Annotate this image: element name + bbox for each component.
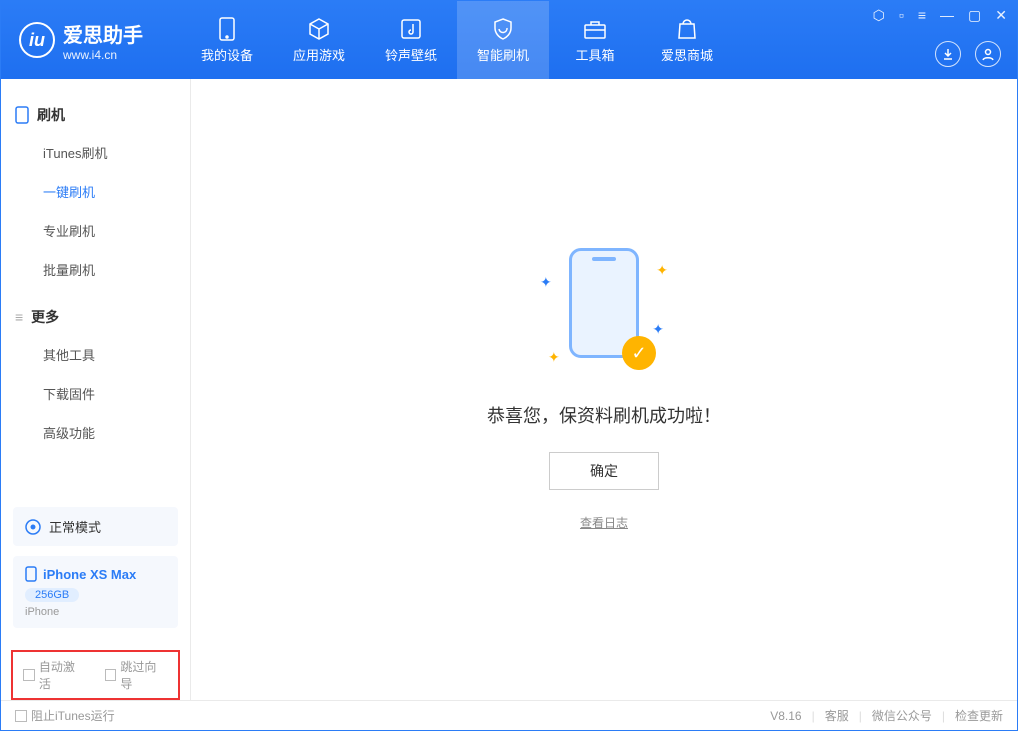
close-icon[interactable]: ✕	[995, 7, 1007, 24]
wechat-link[interactable]: 微信公众号	[872, 707, 932, 724]
list-icon: ≡	[15, 309, 23, 325]
footer: 阻止iTunes运行 V8.16 | 客服 | 微信公众号 | 检查更新	[1, 700, 1017, 730]
nav-apps-games[interactable]: 应用游戏	[273, 1, 365, 79]
check-update-link[interactable]: 检查更新	[955, 707, 1003, 724]
app-logo: iu 爱思助手 www.i4.cn	[1, 19, 161, 62]
app-title: 爱思助手	[63, 19, 143, 48]
music-icon	[399, 17, 423, 41]
device-box[interactable]: iPhone XS Max 256GB iPhone	[13, 556, 178, 628]
checkbox-auto-activate[interactable]: 自动激活	[23, 658, 87, 692]
user-button[interactable]	[975, 41, 1001, 67]
check-icon: ✓	[622, 336, 656, 370]
menu-icon[interactable]: ≡	[918, 7, 926, 24]
sidebar-item-itunes-flash[interactable]: iTunes刷机	[15, 133, 176, 172]
device-capacity: 256GB	[25, 588, 79, 602]
options-highlight: 自动激活 跳过向导	[11, 650, 180, 700]
sidebar-item-other-tools[interactable]: 其他工具	[15, 335, 176, 374]
nav-ringtone-wallpaper[interactable]: 铃声壁纸	[365, 1, 457, 79]
app-subtitle: www.i4.cn	[63, 48, 143, 62]
checkbox-block-itunes[interactable]: 阻止iTunes运行	[15, 707, 115, 724]
success-message: 恭喜您，保资料刷机成功啦！	[487, 402, 721, 428]
mode-icon	[25, 519, 41, 535]
nav-my-device[interactable]: 我的设备	[181, 1, 273, 79]
success-illustration: ✦✦✦✦ ✓	[544, 248, 664, 378]
tshirt-icon[interactable]: ⬡	[873, 7, 885, 24]
sidebar: 刷机 iTunes刷机 一键刷机 专业刷机 批量刷机 ≡ 更多 其他工具 下载固…	[1, 79, 191, 700]
sidebar-group-more: ≡ 更多	[15, 299, 176, 335]
nav-store[interactable]: 爱思商城	[641, 1, 733, 79]
grid-icon[interactable]: ▫	[899, 7, 904, 24]
checkbox-skip-guide[interactable]: 跳过向导	[105, 658, 169, 692]
window-controls: ⬡ ▫ ≡ — ▢ ✕	[873, 7, 1007, 24]
mode-box[interactable]: 正常模式	[13, 507, 178, 546]
header-right	[935, 41, 1001, 67]
sidebar-item-batch-flash[interactable]: 批量刷机	[15, 250, 176, 289]
sidebar-item-advanced[interactable]: 高级功能	[15, 413, 176, 452]
nav-toolbox[interactable]: 工具箱	[549, 1, 641, 79]
mode-label: 正常模式	[49, 517, 101, 536]
maximize-icon[interactable]: ▢	[968, 7, 981, 24]
logo-icon: iu	[19, 22, 55, 58]
version-label: V8.16	[770, 709, 801, 723]
device-type: iPhone	[25, 606, 166, 618]
view-log-link[interactable]: 查看日志	[580, 514, 628, 531]
nav-smart-flash[interactable]: 智能刷机	[457, 1, 549, 79]
minimize-icon[interactable]: —	[940, 7, 954, 24]
sidebar-group-flash: 刷机	[15, 97, 176, 133]
sidebar-item-download-firmware[interactable]: 下载固件	[15, 374, 176, 413]
support-link[interactable]: 客服	[825, 707, 849, 724]
device-icon	[215, 17, 239, 41]
download-button[interactable]	[935, 41, 961, 67]
phone-icon	[15, 106, 29, 124]
sidebar-item-pro-flash[interactable]: 专业刷机	[15, 211, 176, 250]
sidebar-item-oneclick-flash[interactable]: 一键刷机	[15, 172, 176, 211]
refresh-shield-icon	[491, 17, 515, 41]
main-content: ✦✦✦✦ ✓ 恭喜您，保资料刷机成功啦！ 确定 查看日志	[191, 79, 1017, 700]
device-phone-icon	[25, 566, 37, 582]
bag-icon	[675, 17, 699, 41]
ok-button[interactable]: 确定	[549, 452, 659, 490]
cube-icon	[307, 17, 331, 41]
top-nav: 我的设备 应用游戏 铃声壁纸 智能刷机 工具箱 爱思商城	[181, 1, 733, 79]
toolbox-icon	[583, 17, 607, 41]
header: iu 爱思助手 www.i4.cn 我的设备 应用游戏 铃声壁纸 智能刷机 工具…	[1, 1, 1017, 79]
device-name: iPhone XS Max	[43, 567, 136, 582]
